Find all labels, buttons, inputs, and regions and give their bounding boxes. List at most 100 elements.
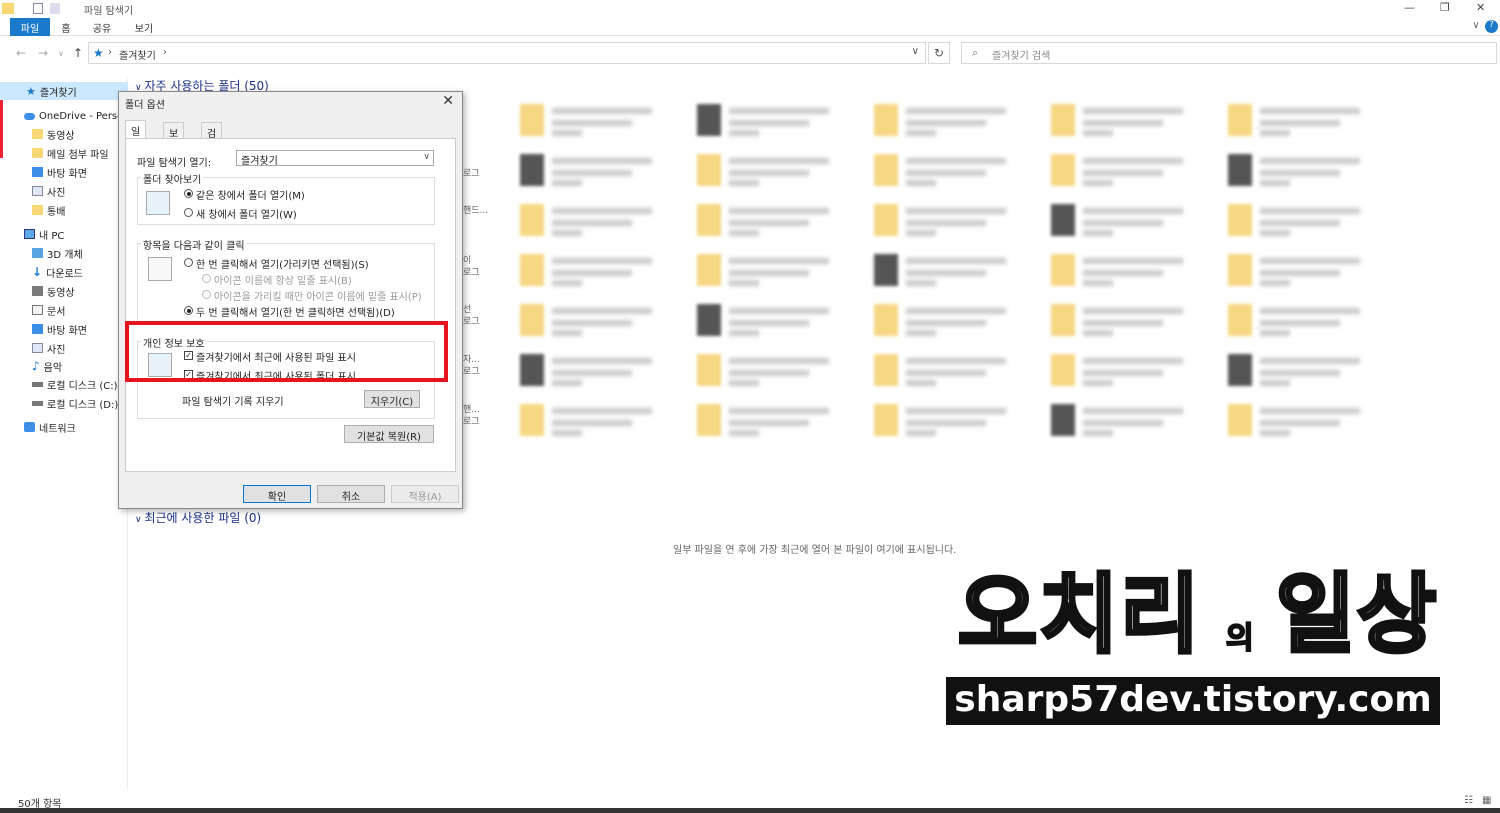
address-dropdown-icon[interactable]: ∨	[912, 46, 919, 57]
folder-tile[interactable]	[874, 350, 1034, 392]
drive-icon	[32, 400, 43, 406]
sidebar-item-3d-objects[interactable]: 3D 개체	[32, 244, 83, 262]
tab-search[interactable]: 검색	[201, 122, 223, 155]
sidebar-item-folder[interactable]: 통배	[32, 201, 65, 219]
sidebar-item-this-pc[interactable]: 내 PC	[24, 225, 64, 243]
cancel-button[interactable]: 취소	[317, 485, 385, 503]
folder-tile[interactable]	[697, 200, 857, 242]
sidebar-item-network[interactable]: 네트워크	[24, 418, 76, 436]
folder-tile[interactable]	[1051, 250, 1211, 292]
minimize-button[interactable]: —	[1404, 1, 1415, 14]
sidebar-item-music[interactable]: ♪ 음악	[32, 357, 62, 375]
sidebar-item-videos[interactable]: 동영상	[32, 125, 75, 143]
folder-tile[interactable]	[874, 400, 1034, 442]
folder-options-dialog: 폴더 옵션 ✕ 일반 보기 검색 파일 탐색기 열기: 즐겨찾기 ∨ 폴더 찾아…	[118, 91, 463, 509]
folder-tile[interactable]	[1228, 350, 1388, 392]
breadcrumb[interactable]: 즐겨찾기	[119, 47, 156, 62]
star-icon: ★	[26, 84, 36, 98]
folder-tile[interactable]	[874, 300, 1034, 342]
sidebar-item-videos-pc[interactable]: 동영상	[32, 282, 75, 300]
dialog-close-button[interactable]: ✕	[442, 93, 454, 109]
radio-underline-hover[interactable]	[202, 290, 211, 299]
folder-tile[interactable]	[1228, 300, 1388, 342]
recent-locations-icon[interactable]: ∨	[58, 49, 64, 58]
recent-files-empty-message: 일부 파일을 연 후에 가장 최근에 열어 본 파일이 여기에 표시됩니다.	[673, 545, 957, 556]
folder-tile[interactable]	[520, 300, 680, 342]
redacted-text	[1083, 220, 1163, 226]
clear-button[interactable]: 지우기(C)	[364, 390, 420, 408]
folder-tile[interactable]	[1051, 100, 1211, 142]
radio-double-click[interactable]	[184, 306, 193, 315]
folder-tile[interactable]	[520, 150, 680, 192]
folder-tile[interactable]	[697, 150, 857, 192]
close-button[interactable]: ✕	[1476, 1, 1485, 14]
restore-defaults-button[interactable]: 기본값 복원(R)	[344, 425, 434, 443]
radio-same-window[interactable]	[184, 189, 193, 198]
back-icon[interactable]: ←	[16, 46, 26, 60]
folder-tile[interactable]	[520, 350, 680, 392]
help-icon[interactable]: ?	[1485, 20, 1498, 33]
folder-tile[interactable]	[874, 250, 1034, 292]
sidebar-item-desktop-pc[interactable]: 바탕 화면	[32, 320, 87, 338]
tab-share[interactable]: 공유	[90, 18, 114, 36]
properties-icon[interactable]	[33, 3, 43, 14]
folder-tile[interactable]	[1228, 150, 1388, 192]
folder-tile[interactable]	[520, 400, 680, 442]
folder-tile[interactable]	[874, 150, 1034, 192]
tab-view[interactable]: 보기	[163, 122, 185, 155]
recent-files-header[interactable]: ∨ 최근에 사용한 파일 (0)	[135, 509, 261, 526]
sidebar-item-favorites[interactable]: ★ 즐겨찾기	[0, 82, 128, 100]
folder-tile[interactable]	[697, 100, 857, 142]
folder-tile[interactable]	[697, 250, 857, 292]
folder-tile[interactable]	[1228, 100, 1388, 142]
folder-tile[interactable]	[520, 250, 680, 292]
sidebar-item-desktop[interactable]: 바탕 화면	[32, 163, 87, 181]
redacted-text	[906, 208, 1006, 214]
tab-view[interactable]: 보기	[132, 18, 156, 36]
up-icon[interactable]: ↑	[73, 46, 83, 60]
tab-file[interactable]: 파일	[10, 18, 50, 36]
address-bar[interactable]: ★ › 즐겨찾기 › ∨	[88, 42, 926, 64]
folder-tile[interactable]	[1051, 300, 1211, 342]
folder-tile[interactable]	[1228, 400, 1388, 442]
folder-tile[interactable]	[520, 200, 680, 242]
sidebar-item-downloads[interactable]: ↓ 다운로드	[32, 263, 83, 281]
forward-icon[interactable]: →	[38, 46, 48, 60]
folder-tile[interactable]	[1228, 200, 1388, 242]
sidebar-item-onedrive[interactable]: OneDrive - Person	[24, 107, 130, 125]
sidebar-item-drive-d[interactable]: 로컬 디스크 (D:)	[32, 394, 118, 412]
folder-tile[interactable]	[1228, 250, 1388, 292]
folder-tile[interactable]	[1051, 150, 1211, 192]
folder-tile[interactable]	[874, 100, 1034, 142]
sidebar-item-pictures[interactable]: 사진	[32, 182, 65, 200]
tab-general[interactable]: 일반	[125, 120, 147, 153]
apply-button[interactable]: 적용(A)	[391, 485, 459, 503]
radio-single-click[interactable]	[184, 258, 193, 267]
new-folder-icon[interactable]	[50, 3, 60, 14]
refresh-button[interactable]: ↻	[928, 42, 950, 64]
tab-home[interactable]: 홈	[56, 18, 76, 36]
folder-tile[interactable]	[1051, 200, 1211, 242]
open-explorer-select[interactable]: 즐겨찾기 ∨	[236, 150, 434, 167]
folder-tile[interactable]	[520, 100, 680, 142]
collapse-ribbon-icon[interactable]: ∨	[1470, 18, 1482, 36]
folder-tile[interactable]	[874, 200, 1034, 242]
sidebar-item-drive-c[interactable]: 로컬 디스크 (C:)	[32, 375, 118, 393]
folder-tile[interactable]	[697, 350, 857, 392]
restore-button[interactable]: ❐	[1440, 1, 1450, 14]
sidebar-item-pictures-pc[interactable]: 사진	[32, 339, 65, 357]
details-view-icon[interactable]: ☷	[1464, 795, 1473, 806]
large-icons-view-icon[interactable]: ▦	[1482, 795, 1491, 806]
folder-icon	[1228, 204, 1252, 236]
folder-tile[interactable]	[697, 300, 857, 342]
folder-tile[interactable]	[697, 400, 857, 442]
folder-tile[interactable]	[1051, 350, 1211, 392]
sidebar-item-mail-attachments[interactable]: 메일 첨부 파일	[32, 144, 109, 162]
redacted-text	[906, 230, 936, 236]
radio-underline-always[interactable]	[202, 274, 211, 283]
search-input[interactable]: ⌕ 즐겨찾기 검색	[961, 42, 1497, 64]
radio-new-window[interactable]	[184, 208, 193, 217]
sidebar-item-documents[interactable]: 문서	[32, 301, 65, 319]
ok-button[interactable]: 확인	[243, 485, 311, 503]
folder-tile[interactable]	[1051, 400, 1211, 442]
